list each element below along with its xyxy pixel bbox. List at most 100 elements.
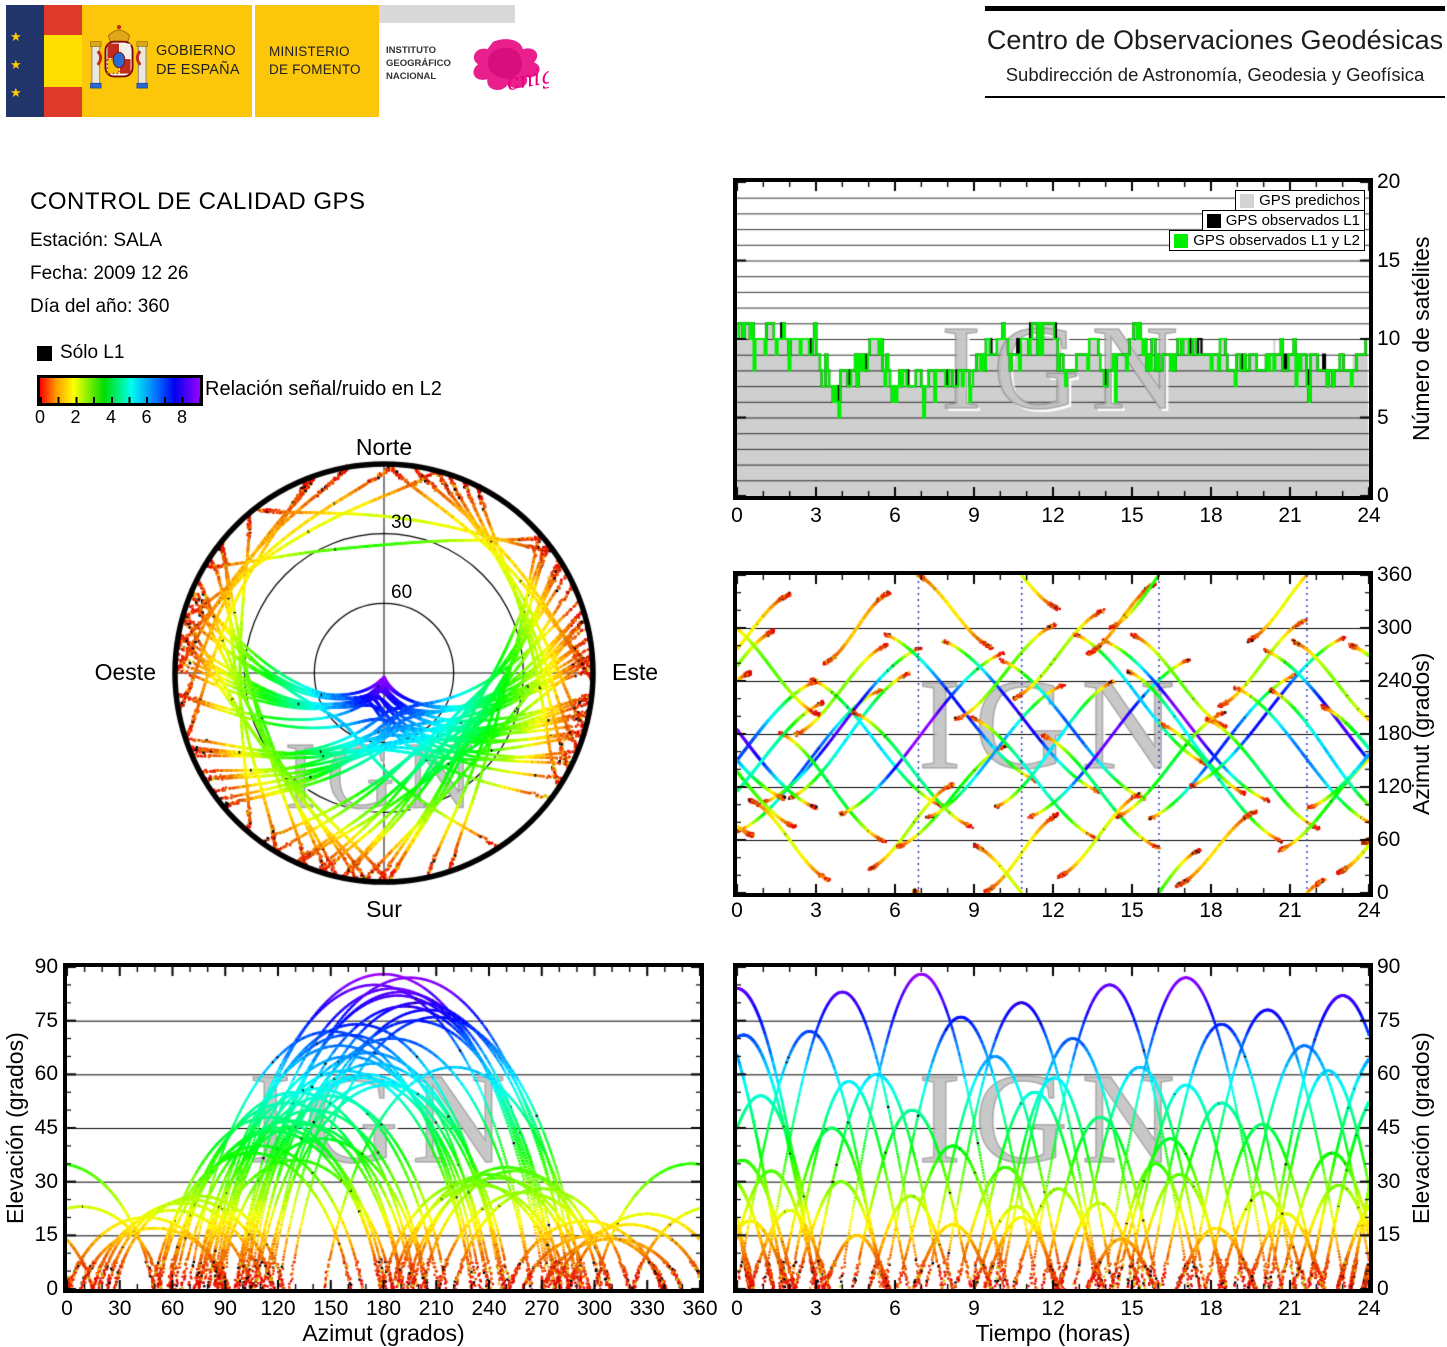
observed-l1-swatch bbox=[1206, 213, 1221, 228]
aztime-x-ticks: 0 3 6 9 12 15 18 21 24 bbox=[731, 899, 1381, 925]
tick-label: 21 bbox=[1278, 504, 1302, 527]
tick-label: 30 bbox=[108, 1297, 132, 1320]
solo-l1-label: Sólo L1 bbox=[60, 342, 125, 363]
tick-label: 0 bbox=[34, 407, 46, 427]
tick-label: 18 bbox=[1199, 1297, 1223, 1320]
azimuth-time-canvas bbox=[737, 575, 1369, 893]
ministerio-label: MINISTERIO DE FOMENTO bbox=[269, 44, 361, 77]
tick-label: 9 bbox=[968, 504, 980, 527]
tick-label: 120 bbox=[260, 1297, 296, 1320]
predicted-swatch bbox=[1240, 193, 1255, 208]
satellite-count-chart: GPS predichos GPS observados L1 GPS obse… bbox=[733, 178, 1373, 500]
snr-colorbar bbox=[37, 375, 203, 406]
doy-line: Día del año: 360 bbox=[30, 296, 170, 317]
tick-label: 15 bbox=[1120, 1297, 1144, 1320]
report-info: CONTROL DE CALIDAD GPS Estación: SALA Fe… bbox=[30, 188, 366, 329]
date-line: Fecha: 2009 12 26 bbox=[30, 263, 189, 284]
eu-flag-band: ★ ★ ★ bbox=[6, 5, 44, 117]
tick-label: 21 bbox=[1278, 899, 1302, 922]
gobierno-label: GOBIERNO DE ESPAÑA bbox=[156, 43, 240, 78]
tick-label: 12 bbox=[1041, 504, 1065, 527]
spain-coat-of-arms-icon bbox=[90, 25, 148, 89]
tick-label: 0 bbox=[731, 1297, 743, 1320]
tick-label: 12 bbox=[1041, 899, 1065, 922]
eu-star-icon: ★ bbox=[10, 85, 22, 100]
tick-label: 3 bbox=[810, 504, 822, 527]
center-subtitle: Subdirección de Astronomía, Geodesia y G… bbox=[1005, 64, 1425, 85]
colorbar-tick-labels: 0 2 4 6 8 bbox=[35, 407, 187, 429]
tick-label: 10 bbox=[1377, 327, 1401, 350]
tick-label: 0 bbox=[731, 899, 743, 922]
tick-label: 60 bbox=[34, 1062, 58, 1086]
tick-label: 18 bbox=[1199, 504, 1223, 527]
tick-label: 15 bbox=[1120, 899, 1144, 922]
skyplot-canvas bbox=[164, 453, 604, 893]
ring-60-label: 60 bbox=[391, 582, 413, 603]
tick-label: 330 bbox=[629, 1297, 665, 1320]
elevation-azimuth-chart bbox=[63, 963, 704, 1293]
tick-label: 240 bbox=[471, 1297, 507, 1320]
ministerio-box: MINISTERIO DE FOMENTO bbox=[255, 5, 379, 117]
spain-flag-band bbox=[44, 5, 82, 117]
legend-item-predicted: GPS predichos bbox=[1235, 190, 1365, 211]
tick-label: 210 bbox=[418, 1297, 454, 1320]
tick-label: 6 bbox=[889, 899, 901, 922]
tick-label: 150 bbox=[313, 1297, 349, 1320]
aztime-y-label: Azimut (grados) bbox=[1408, 652, 1434, 816]
tick-label: 8 bbox=[176, 407, 188, 427]
header-rule bbox=[985, 96, 1445, 98]
report-title: CONTROL DE CALIDAD GPS bbox=[30, 188, 366, 215]
gps-quality-report-page: { "brand": { "gobierno": "GOBIERNO\nDE E… bbox=[0, 0, 1447, 1347]
tick-label: 240 bbox=[1377, 669, 1413, 692]
tick-label: 270 bbox=[524, 1297, 560, 1320]
tick-label: 6 bbox=[141, 407, 152, 427]
observed-l1l2-label: GPS observados L1 y L2 bbox=[1193, 232, 1360, 249]
satcount-y-label: Número de satélites bbox=[1408, 236, 1434, 442]
elevation-azimuth-canvas bbox=[67, 967, 700, 1289]
elevaz-x-label: Azimut (grados) bbox=[302, 1320, 465, 1346]
tick-label: 3 bbox=[810, 899, 822, 922]
tick-label: 3 bbox=[810, 1297, 822, 1320]
tick-label: 300 bbox=[576, 1297, 613, 1320]
tick-label: 0 bbox=[46, 1277, 58, 1300]
tick-label: 90 bbox=[34, 955, 58, 978]
legend-item-observed-l1: GPS observados L1 bbox=[1201, 210, 1365, 231]
tick-label: 15 bbox=[1377, 1223, 1401, 1247]
tick-label: 75 bbox=[1377, 1008, 1401, 1032]
elevation-time-canvas bbox=[737, 967, 1369, 1289]
ring-30-label: 30 bbox=[391, 512, 413, 533]
elevtime-x-label: Tiempo (horas) bbox=[975, 1320, 1131, 1346]
station-line: Estación: SALA bbox=[30, 230, 163, 251]
tick-label: 45 bbox=[1377, 1116, 1401, 1139]
tick-label: 60 bbox=[160, 1297, 185, 1320]
tick-label: 9 bbox=[968, 899, 980, 922]
colorbar-minor-ticks bbox=[40, 397, 200, 403]
solo-l1-swatch bbox=[37, 345, 52, 361]
observed-l1-label: GPS observados L1 bbox=[1225, 212, 1360, 229]
center-header: Centro de Observaciones Geodésicas Subdi… bbox=[985, 6, 1445, 98]
tick-label: 0 bbox=[731, 504, 743, 527]
tick-label: 0 bbox=[1377, 1277, 1389, 1300]
satcount-x-ticks: 0 3 6 9 12 15 18 21 24 bbox=[731, 504, 1381, 530]
tick-label: 18 bbox=[1199, 899, 1223, 922]
tick-label: 300 bbox=[1377, 616, 1413, 639]
elevation-time-chart bbox=[733, 963, 1373, 1293]
tick-label: 15 bbox=[34, 1223, 58, 1247]
tick-label: 9 bbox=[968, 1297, 980, 1320]
tick-label: 360 bbox=[682, 1297, 718, 1320]
compass-north-label: Norte bbox=[355, 434, 413, 460]
government-logo-block: ★ ★ ★ GOBIERNO DE ESPAÑA MINISTERIO DE F… bbox=[6, 5, 551, 117]
solo-l1-legend: Sólo L1 bbox=[37, 342, 124, 364]
tick-label: 4 bbox=[105, 407, 117, 427]
tick-label: 45 bbox=[34, 1116, 58, 1139]
cnig-logo-icon: cnig bbox=[473, 39, 549, 96]
tick-label: 30 bbox=[1377, 1169, 1401, 1193]
gobierno-box: GOBIERNO DE ESPAÑA bbox=[82, 5, 252, 117]
instituto-label: INSTITUTO GEOGRÁFICO NACIONAL bbox=[386, 45, 451, 82]
tick-label: 90 bbox=[213, 1297, 237, 1320]
tick-label: 0 bbox=[61, 1297, 73, 1320]
elevaz-y-label: Elevación (grados) bbox=[2, 1032, 28, 1224]
tick-label: 6 bbox=[889, 504, 901, 527]
tick-label: 90 bbox=[1377, 955, 1401, 978]
tick-label: 20 bbox=[1377, 170, 1401, 193]
